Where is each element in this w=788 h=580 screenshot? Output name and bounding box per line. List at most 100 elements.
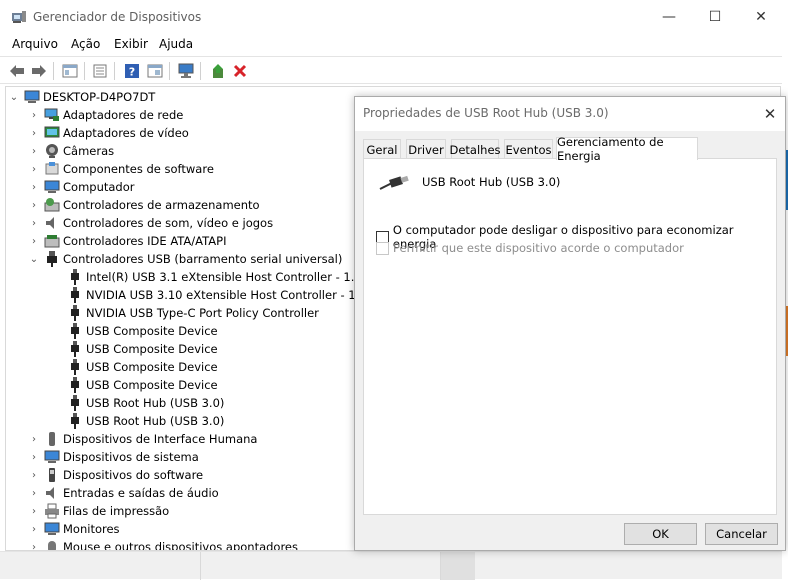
tree-category[interactable]: › Monitores bbox=[28, 520, 120, 538]
tree-category-label: Dispositivos de Interface Humana bbox=[63, 432, 258, 446]
tree-device[interactable]: USB Composite Device bbox=[67, 358, 218, 376]
chevron-right-icon[interactable]: › bbox=[28, 142, 40, 160]
chevron-right-icon[interactable]: › bbox=[28, 448, 40, 466]
chevron-right-icon[interactable]: › bbox=[28, 106, 40, 124]
update-driver-icon[interactable] bbox=[208, 61, 228, 81]
tree-category[interactable]: › Mouse e outros dispositivos apontadore… bbox=[28, 538, 298, 551]
cancel-button[interactable]: Cancelar bbox=[705, 523, 778, 545]
printer-icon bbox=[44, 503, 60, 519]
tree-category[interactable]: › Adaptadores de rede bbox=[28, 106, 183, 124]
tree-category-label: Filas de impressão bbox=[63, 504, 170, 518]
usb-device-icon bbox=[67, 359, 83, 375]
tree-category[interactable]: › Filas de impressão bbox=[28, 502, 169, 520]
svg-text:?: ? bbox=[129, 66, 135, 79]
help-icon[interactable]: ? bbox=[122, 61, 142, 81]
chevron-right-icon[interactable]: › bbox=[28, 430, 40, 448]
chevron-right-icon[interactable]: › bbox=[28, 466, 40, 484]
menu-acao[interactable]: Ação bbox=[71, 37, 100, 51]
tree-device[interactable]: USB Composite Device bbox=[67, 376, 218, 394]
tree-root[interactable]: ⌄ DESKTOP-D4PO7DT bbox=[8, 88, 156, 106]
close-button[interactable]: ✕ bbox=[738, 0, 784, 34]
tree-device[interactable]: NVIDIA USB Type-C Port Policy Controller bbox=[67, 304, 319, 322]
dialog-title: Propriedades de USB Root Hub (USB 3.0) bbox=[363, 106, 609, 120]
chevron-right-icon[interactable]: › bbox=[28, 178, 40, 196]
monitor-icon[interactable] bbox=[176, 61, 196, 81]
tree-category-label: Computador bbox=[63, 180, 135, 194]
tree-category-label: Monitores bbox=[63, 522, 120, 536]
tree-device[interactable]: USB Root Hub (USB 3.0) bbox=[67, 412, 224, 430]
maximize-icon: ☐ bbox=[708, 9, 722, 25]
console-tree-icon[interactable] bbox=[60, 61, 80, 81]
chevron-right-icon[interactable]: › bbox=[28, 538, 40, 551]
network-adapter-icon bbox=[44, 107, 60, 123]
chevron-right-icon[interactable]: › bbox=[28, 196, 40, 214]
forward-arrow-icon[interactable] bbox=[29, 61, 49, 81]
dialog-close-button[interactable]: ✕ bbox=[759, 103, 781, 125]
tab-eventos[interactable]: Eventos bbox=[504, 139, 553, 159]
scan-view-icon[interactable] bbox=[145, 61, 165, 81]
tree-category[interactable]: › Entradas e saídas de áudio bbox=[28, 484, 219, 502]
tree-root-label: DESKTOP-D4PO7DT bbox=[43, 90, 156, 104]
maximize-button[interactable]: ☐ bbox=[692, 0, 738, 34]
tree-category[interactable]: › Dispositivos de sistema bbox=[28, 448, 199, 466]
menu-ajuda[interactable]: Ajuda bbox=[159, 37, 193, 51]
tab-detalhes[interactable]: Detalhes bbox=[449, 139, 501, 159]
chevron-down-icon[interactable]: ⌄ bbox=[28, 250, 40, 268]
tree-category[interactable]: › Dispositivos de Interface Humana bbox=[28, 430, 257, 448]
chevron-right-icon[interactable]: › bbox=[28, 214, 40, 232]
tree-category[interactable]: › Controladores IDE ATA/ATAPI bbox=[28, 232, 226, 250]
tree-category[interactable]: › Câmeras bbox=[28, 142, 114, 160]
usb-device-icon bbox=[67, 413, 83, 429]
minimize-button[interactable]: — bbox=[646, 0, 692, 34]
minimize-icon: — bbox=[662, 9, 676, 25]
usb-device-icon bbox=[67, 305, 83, 321]
tree-category[interactable]: › Controladores de som, vídeo e jogos bbox=[28, 214, 273, 232]
status-segment bbox=[440, 552, 475, 580]
chevron-right-icon[interactable]: › bbox=[28, 520, 40, 538]
tree-category-label: Controladores IDE ATA/ATAPI bbox=[63, 234, 227, 248]
tab-geral[interactable]: Geral bbox=[363, 139, 401, 159]
tree-device[interactable]: USB Root Hub (USB 3.0) bbox=[67, 394, 224, 412]
menu-exibir[interactable]: Exibir bbox=[114, 37, 148, 51]
tree-device-label: USB Composite Device bbox=[86, 360, 218, 374]
tree-category-label: Adaptadores de rede bbox=[63, 108, 184, 122]
chevron-right-icon[interactable]: › bbox=[28, 124, 40, 142]
chevron-right-icon[interactable]: › bbox=[28, 502, 40, 520]
usb-cable-icon bbox=[378, 175, 410, 194]
computer-icon bbox=[24, 89, 40, 105]
tree-device[interactable]: USB Composite Device bbox=[67, 322, 218, 340]
properties-icon[interactable] bbox=[90, 61, 110, 81]
tree-category-label: Dispositivos de sistema bbox=[63, 450, 199, 464]
tree-category[interactable]: › Controladores de armazenamento bbox=[28, 196, 260, 214]
allow-wake-option: Permitir que este dispositivo acorde o c… bbox=[376, 241, 684, 255]
device-name: USB Root Hub (USB 3.0) bbox=[422, 175, 561, 189]
tab-gerenciamento-energia[interactable]: Gerenciamento de Energia bbox=[556, 135, 698, 163]
chevron-right-icon[interactable]: › bbox=[28, 484, 40, 502]
tree-category[interactable]: ⌄ Controladores USB (barramento serial u… bbox=[28, 250, 342, 268]
chevron-right-icon[interactable]: › bbox=[28, 160, 40, 178]
uninstall-icon[interactable] bbox=[230, 61, 250, 81]
tree-device-label: USB Root Hub (USB 3.0) bbox=[86, 396, 225, 410]
audio-io-icon bbox=[44, 485, 60, 501]
chevron-right-icon[interactable]: › bbox=[28, 232, 40, 250]
tree-category-label: Entradas e saídas de áudio bbox=[63, 486, 219, 500]
ide-controller-icon bbox=[44, 233, 60, 249]
tree-category[interactable]: › Computador bbox=[28, 178, 134, 196]
software-component-icon bbox=[44, 161, 60, 177]
tree-category[interactable]: › Componentes de software bbox=[28, 160, 214, 178]
tree-device[interactable]: NVIDIA USB 3.10 eXtensible Host Controll… bbox=[67, 286, 385, 304]
tree-device[interactable]: USB Composite Device bbox=[67, 340, 218, 358]
title-bar[interactable]: Gerenciador de Dispositivos — ☐ ✕ bbox=[0, 0, 782, 34]
tree-category[interactable]: › Adaptadores de vídeo bbox=[28, 124, 189, 142]
tab-driver[interactable]: Driver bbox=[406, 139, 446, 159]
chevron-down-icon[interactable]: ⌄ bbox=[8, 88, 20, 106]
tree-category[interactable]: › Dispositivos do software bbox=[28, 466, 203, 484]
menu-arquivo[interactable]: Arquivo bbox=[12, 37, 58, 51]
tree-device[interactable]: Intel(R) USB 3.1 eXtensible Host Control… bbox=[67, 268, 387, 286]
mouse-icon bbox=[44, 539, 60, 550]
device-manager-icon bbox=[11, 10, 27, 24]
computer-icon bbox=[44, 179, 60, 195]
ok-button[interactable]: OK bbox=[624, 523, 697, 545]
back-arrow-icon[interactable] bbox=[7, 61, 27, 81]
hid-icon bbox=[44, 431, 60, 447]
